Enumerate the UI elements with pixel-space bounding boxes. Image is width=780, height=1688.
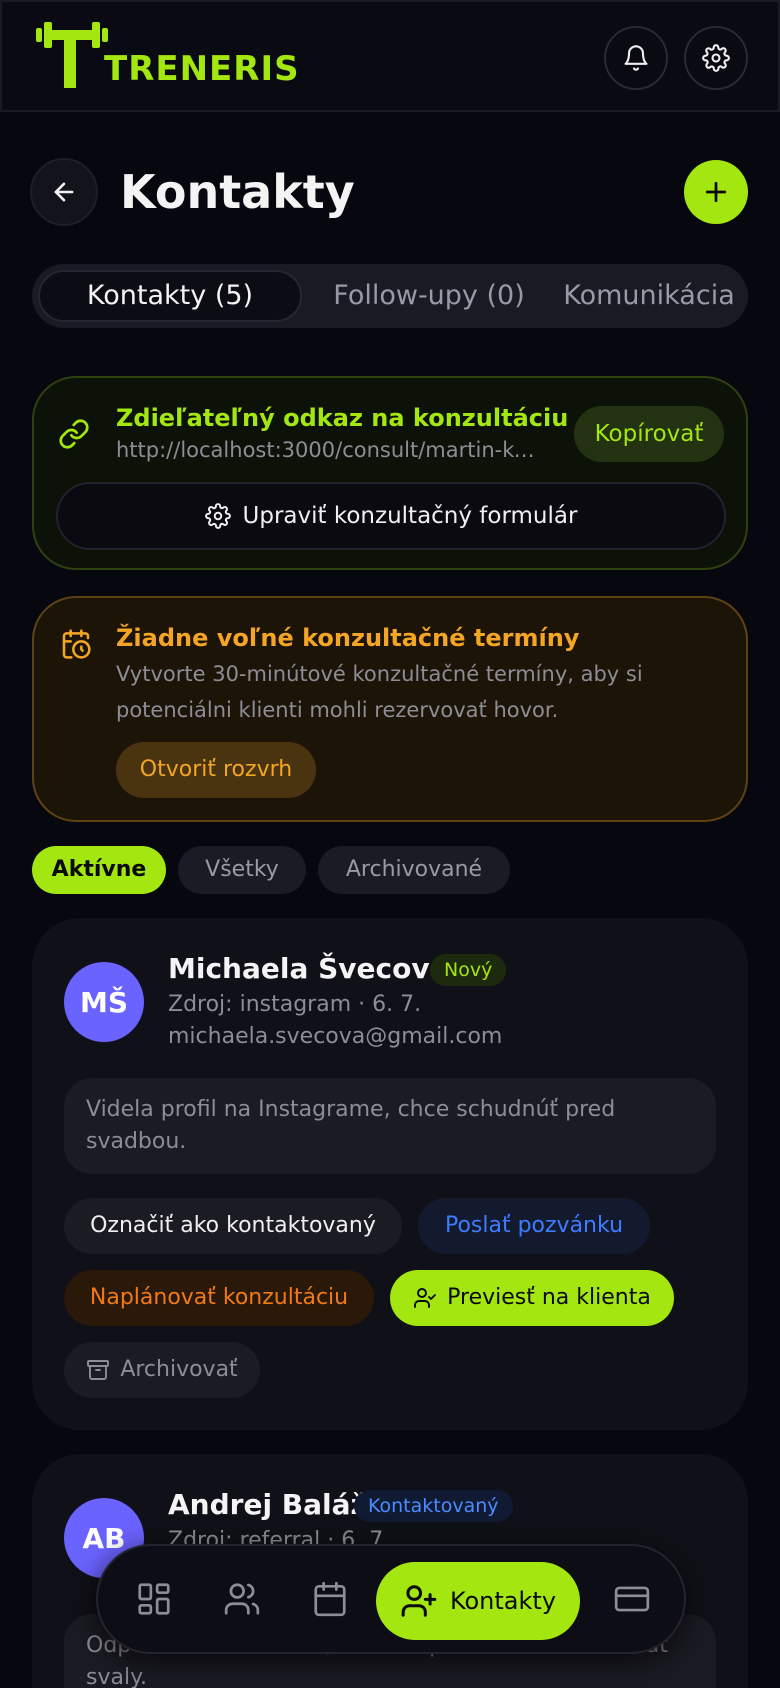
nav-contacts[interactable]: Kontakty: [376, 1562, 580, 1640]
gear-icon: [702, 44, 730, 72]
share-link-url: http://localhost:3000/consult/martin-ko.…: [116, 438, 544, 462]
clients-icon: [224, 1583, 260, 1615]
tab-follow-ups[interactable]: Follow-upy (0): [304, 270, 554, 322]
copy-link-button[interactable]: Kopírovať: [574, 406, 724, 462]
plus-icon: [705, 181, 727, 203]
avatar: MŠ: [64, 962, 144, 1042]
schedule-consultation-button[interactable]: Naplánovať konzultáciu: [64, 1270, 374, 1326]
dumbbell-logo-icon: [36, 22, 108, 88]
settings-button[interactable]: [684, 26, 748, 90]
filter-archived[interactable]: Archivované: [318, 846, 510, 894]
top-bar: TRENERIS: [0, 0, 780, 112]
warning-title: Žiadne voľné konzultačné termíny: [116, 624, 580, 652]
tab-contacts[interactable]: Kontakty (5): [38, 270, 302, 322]
treneris-logo[interactable]: TRENERIS: [36, 22, 300, 90]
contact-card: MŠ Michaela Švecová Nový Zdroj: instagra…: [32, 918, 748, 1430]
arrow-left-icon: [54, 182, 74, 202]
convert-label: Previesť na klienta: [447, 1285, 651, 1310]
status-badge: Kontaktovaný: [354, 1490, 513, 1522]
gear-icon: [204, 503, 231, 529]
calendar-clock-icon: [62, 629, 91, 659]
card-icon: [614, 1586, 650, 1612]
notifications-button[interactable]: [604, 26, 668, 90]
contact-name: Andrej Baláž: [168, 1488, 367, 1521]
dashboard-icon: [138, 1583, 170, 1615]
section-tabs: Kontakty (5) Follow-upy (0) Komunikácia: [32, 264, 748, 328]
archive-label: Archivovať: [120, 1357, 238, 1382]
tab-communication[interactable]: Komunikácia: [554, 270, 744, 322]
archive-button[interactable]: Archivovať: [64, 1342, 260, 1398]
nav-contacts-label: Kontakty: [449, 1587, 557, 1615]
filter-active[interactable]: Aktívne: [32, 846, 166, 894]
contact-note: Videla profil na Instagrame, chce schudn…: [64, 1078, 716, 1174]
add-contact-button[interactable]: [684, 160, 748, 224]
no-slots-warning-card: Žiadne voľné konzultačné termíny Vytvort…: [32, 596, 748, 822]
calendar-icon: [314, 1581, 346, 1617]
link-icon: [59, 419, 89, 449]
nav-payments[interactable]: [606, 1573, 658, 1625]
share-link-card: Zdieľateľný odkaz na konzultáciu http://…: [32, 376, 748, 570]
contact-name: Michaela Švecová: [168, 952, 449, 985]
add-contact-icon: [401, 1585, 437, 1617]
share-link-title: Zdieľateľný odkaz na konzultáciu: [116, 404, 569, 432]
warning-text: Vytvorte 30-minútové konzultačné termíny…: [116, 662, 643, 722]
bottom-navigation: Kontakty: [96, 1544, 686, 1654]
send-invite-button[interactable]: Poslať pozvánku: [418, 1198, 650, 1254]
nav-calendar[interactable]: [304, 1573, 356, 1625]
convert-to-client-button[interactable]: Previesť na klienta: [390, 1270, 674, 1326]
mark-contacted-label: Označiť ako kontaktovaný: [90, 1213, 376, 1238]
filter-all[interactable]: Všetky: [178, 846, 306, 894]
nav-clients[interactable]: [216, 1573, 268, 1625]
status-badge: Nový: [430, 954, 507, 986]
nav-dashboard[interactable]: [128, 1573, 180, 1625]
archive-icon: [87, 1360, 110, 1380]
schedule-label: Naplánovať konzultáciu: [89, 1285, 349, 1310]
bell-icon: [624, 45, 648, 71]
edit-consultation-form-button[interactable]: Upraviť konzultačný formulár: [56, 482, 726, 550]
mark-contacted-button[interactable]: Označiť ako kontaktovaný: [64, 1198, 402, 1254]
back-button[interactable]: [30, 158, 98, 226]
page-title: Kontakty: [120, 165, 355, 219]
edit-form-label: Upraviť konzultačný formulár: [242, 503, 578, 529]
open-schedule-button[interactable]: Otvoriť rozvrh: [116, 742, 316, 798]
send-invite-label: Poslať pozvánku: [444, 1213, 624, 1238]
brand-name: TRENERIS: [104, 49, 300, 89]
user-check-icon: [414, 1288, 437, 1308]
contact-source: Zdroj: instagram · 6. 7.: [168, 992, 422, 1017]
contact-email: michaela.svecova@gmail.com: [168, 1024, 503, 1049]
